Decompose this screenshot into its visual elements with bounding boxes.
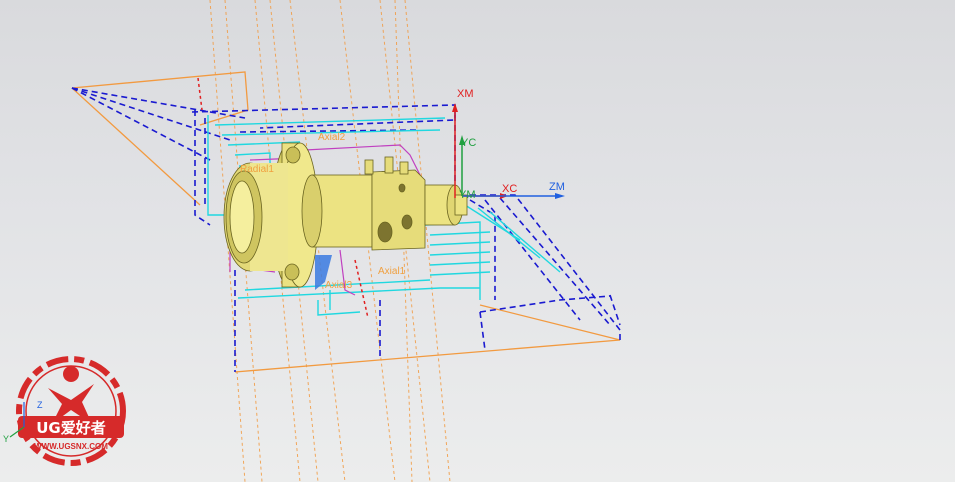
zm-axis-label: ZM (549, 181, 565, 193)
operation-label-axial2: Axial2 (318, 132, 346, 143)
operation-label-axial1: Axial1 (378, 266, 406, 277)
triad-y-label: Y (3, 434, 9, 444)
xm-axis-label: XM (457, 88, 474, 100)
view-triad[interactable]: Z Y (2, 392, 62, 452)
xc-axis-label: XC (502, 183, 517, 195)
triad-z-label: Z (37, 400, 43, 410)
ym-axis-label: YM (459, 189, 476, 201)
operation-label-axial3: Axial3 (325, 280, 353, 291)
operation-label-radial1: Radial1 (240, 164, 274, 175)
graphics-viewport[interactable]: XM YC XC ZM YM Axial2 Axial1 Radial1 Axi… (0, 0, 955, 482)
yc-axis-label: YC (461, 137, 476, 149)
